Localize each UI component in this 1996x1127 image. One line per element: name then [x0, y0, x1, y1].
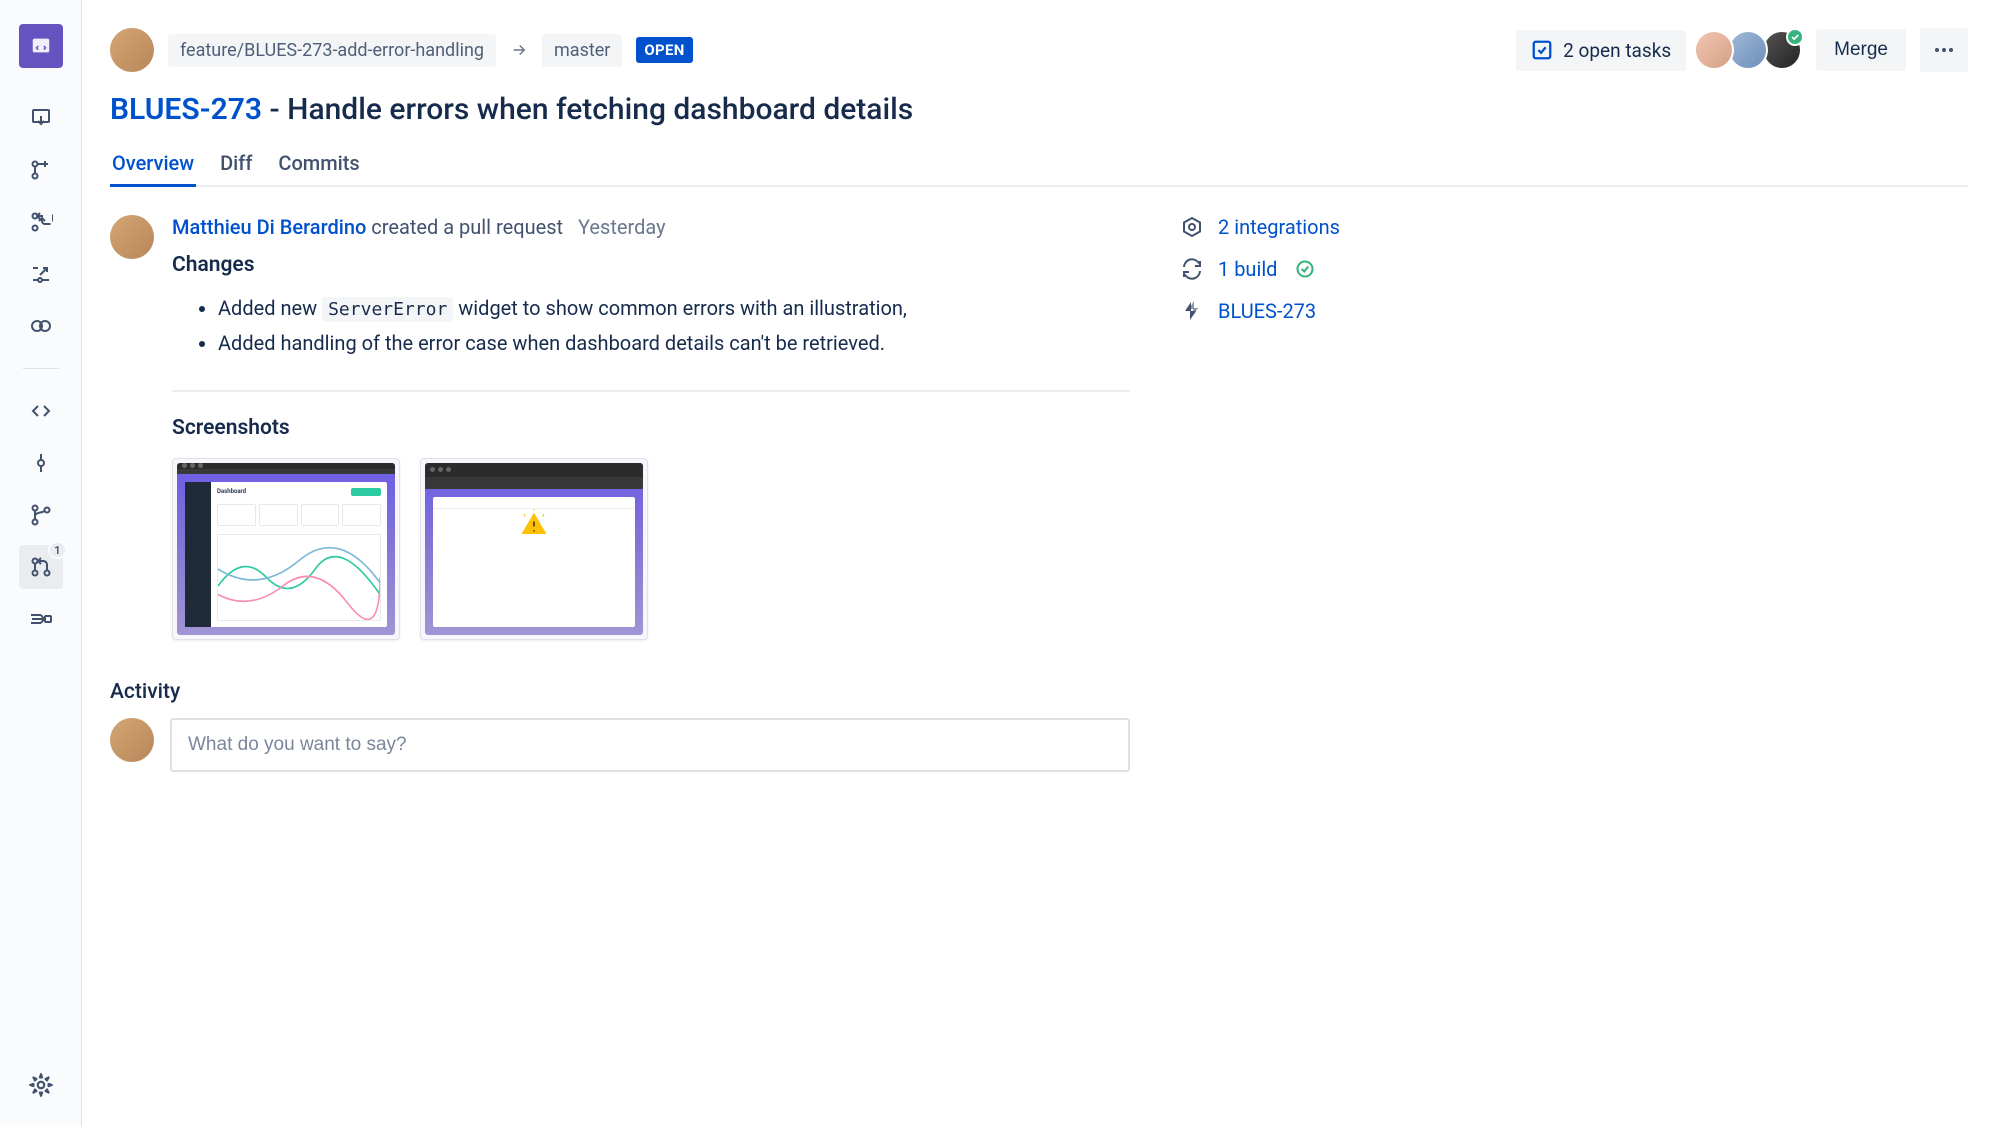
nav-pipelines-icon[interactable]	[19, 304, 63, 348]
author-avatar[interactable]	[110, 28, 154, 72]
tab-commits[interactable]: Commits	[276, 145, 361, 185]
jira-icon	[1180, 299, 1204, 323]
merge-button[interactable]: Merge	[1816, 29, 1906, 71]
pr-action-text: created a pull request	[371, 215, 563, 239]
sync-icon	[1180, 257, 1204, 281]
issue-key-link[interactable]: BLUES-273	[110, 92, 262, 127]
activity-heading: Activity	[110, 680, 1130, 704]
integrations-link[interactable]: 2 integrations	[1180, 215, 1380, 239]
left-nav: 1	[0, 0, 82, 1127]
activity-section: Activity	[110, 680, 1130, 772]
pr-header-row: feature/BLUES-273-add-error-handling mas…	[110, 28, 1968, 72]
project-icon	[30, 35, 52, 57]
author-avatar-inline[interactable]	[110, 215, 154, 259]
approved-check-icon	[1786, 28, 1804, 46]
nav-divider	[23, 368, 59, 369]
screenshots-heading: Screenshots	[172, 416, 1130, 440]
current-user-avatar[interactable]	[110, 718, 154, 762]
nav-compare-icon[interactable]	[19, 252, 63, 296]
main-content: feature/BLUES-273-add-error-handling mas…	[82, 0, 1996, 1127]
change-item: Added handling of the error case when da…	[218, 326, 1130, 360]
reviewer-avatar[interactable]	[1762, 30, 1802, 70]
section-divider	[172, 390, 1130, 392]
pr-count-badge: 1	[48, 541, 66, 559]
pr-description: Matthieu Di Berardino created a pull req…	[110, 215, 1130, 640]
changes-heading: Changes	[172, 253, 1130, 277]
open-tasks-label: 2 open tasks	[1563, 39, 1671, 62]
nav-source-icon[interactable]	[19, 389, 63, 433]
ellipsis-icon	[1932, 38, 1956, 62]
more-actions-button[interactable]	[1920, 28, 1968, 72]
code-inline: ServerError	[322, 297, 453, 322]
build-success-icon	[1295, 259, 1315, 279]
nav-clone-icon[interactable]	[19, 96, 63, 140]
open-tasks-button[interactable]: 2 open tasks	[1516, 30, 1686, 71]
reviewers-list	[1700, 30, 1802, 70]
nav-branches-icon[interactable]	[19, 493, 63, 537]
jira-key-label: BLUES-273	[1218, 299, 1316, 323]
title-separator: -	[262, 92, 287, 127]
tab-overview[interactable]: Overview	[110, 145, 196, 185]
integrations-label: 2 integrations	[1218, 215, 1340, 239]
pr-status-badge: OPEN	[636, 37, 692, 63]
reviewer-avatar[interactable]	[1694, 30, 1734, 70]
jira-link[interactable]: BLUES-273	[1180, 299, 1380, 323]
nav-pull-requests-icon[interactable]: 1	[19, 545, 63, 589]
reviewer-avatar[interactable]	[1728, 30, 1768, 70]
nav-create-branch-icon[interactable]	[19, 148, 63, 192]
nav-settings-icon[interactable]	[19, 1063, 63, 1107]
nav-commits-icon[interactable]	[19, 441, 63, 485]
nav-create-pr-icon[interactable]	[19, 200, 63, 244]
screenshot-thumbnail[interactable]: Dashboard	[172, 458, 400, 640]
pr-timestamp: Yesterday	[578, 215, 666, 239]
checkbox-icon	[1531, 39, 1553, 61]
builds-label: 1 build	[1218, 257, 1277, 281]
change-item: Added new ServerError widget to show com…	[218, 291, 1130, 326]
pr-tabs: Overview Diff Commits	[110, 145, 1968, 187]
integrations-icon	[1180, 215, 1204, 239]
screenshot-thumbnail[interactable]	[420, 458, 648, 640]
tab-diff[interactable]: Diff	[218, 145, 254, 185]
arrow-right-icon	[510, 41, 528, 59]
title-text: Handle errors when fetching dashboard de…	[287, 92, 913, 127]
source-branch-chip[interactable]: feature/BLUES-273-add-error-handling	[168, 34, 496, 67]
target-branch-chip[interactable]: master	[542, 34, 622, 67]
pr-title: BLUES-273 - Handle errors when fetching …	[110, 92, 1968, 127]
author-link[interactable]: Matthieu Di Berardino	[172, 215, 366, 239]
nav-deployments-icon[interactable]	[19, 597, 63, 641]
builds-link[interactable]: 1 build	[1180, 257, 1380, 281]
app-logo[interactable]	[19, 24, 63, 68]
comment-input[interactable]	[170, 718, 1130, 772]
